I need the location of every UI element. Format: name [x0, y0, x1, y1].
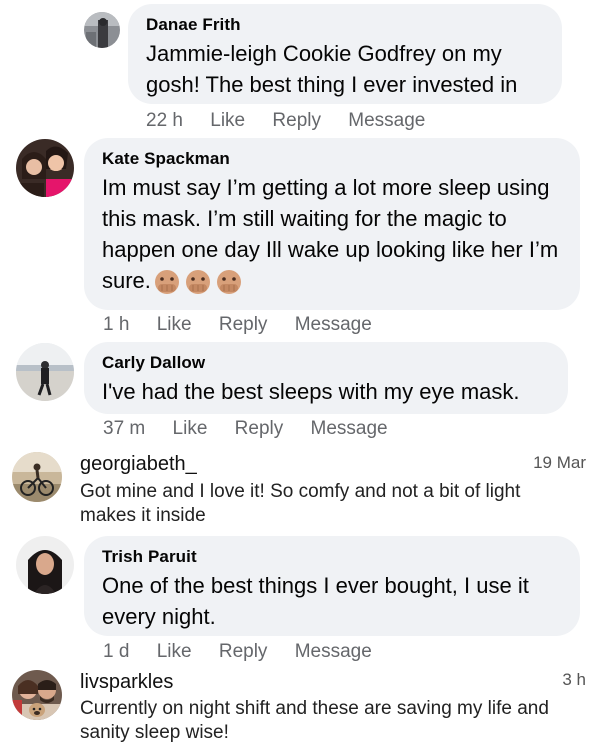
like-button[interactable]: Like — [157, 641, 192, 662]
cyclist-avatar[interactable] — [12, 452, 62, 502]
emoji-group — [152, 268, 244, 296]
comment-actions: 22 h Like Reply Message — [146, 110, 447, 132]
message-button[interactable]: Message — [295, 314, 372, 335]
message-button[interactable]: Message — [311, 418, 388, 439]
person-on-beach-avatar[interactable] — [16, 343, 74, 401]
message-button[interactable]: Message — [348, 110, 425, 131]
comment-text: Got mine and I love it! So comfy and not… — [80, 481, 521, 526]
comment-text: Im must say I’m getting a lot more sleep… — [102, 172, 562, 296]
comment-actions: 1 d Like Reply Message — [103, 641, 394, 663]
hand-over-mouth-emoji-icon — [214, 268, 244, 296]
comment-time: 1 h — [103, 314, 130, 335]
comment-time: 37 m — [103, 418, 146, 439]
person-at-door-avatar[interactable] — [84, 12, 120, 48]
comment-text: I've had the best sleeps with my eye mas… — [102, 379, 520, 404]
reply-button[interactable]: Reply — [272, 110, 321, 131]
comment-actions: 1 h Like Reply Message — [103, 314, 394, 336]
like-button[interactable]: Like — [173, 418, 208, 439]
message-button[interactable]: Message — [295, 641, 372, 662]
comment-text: Jammie-leigh Cookie Godfrey on my gosh! … — [146, 41, 518, 97]
comment-author[interactable]: livsparkles — [80, 670, 173, 694]
comment-bubble: Trish Paruit One of the best things I ev… — [84, 536, 580, 636]
reply-button[interactable]: Reply — [219, 314, 268, 335]
comment-text: Currently on night shift and these are s… — [80, 698, 549, 743]
couple-with-dog-avatar[interactable] — [12, 670, 62, 720]
like-button[interactable]: Like — [210, 110, 245, 131]
two-women-avatar[interactable] — [16, 139, 74, 197]
comment-date: 19 Mar — [533, 453, 586, 472]
reply-button[interactable]: Reply — [235, 418, 284, 439]
comment-actions: 37 m Like Reply Message — [103, 418, 410, 440]
reply-button[interactable]: Reply — [219, 641, 268, 662]
comment-text: One of the best things I ever bought, I … — [102, 573, 529, 629]
comment-bubble: Carly Dallow I've had the best sleeps wi… — [84, 342, 568, 414]
comment-author[interactable]: Kate Spackman — [102, 148, 562, 170]
comment-date: 3 h — [562, 670, 586, 689]
like-button[interactable]: Like — [157, 314, 192, 335]
comment-bubble: Kate Spackman Im must say I’m getting a … — [84, 138, 580, 310]
comment-author[interactable]: georgiabeth_ — [80, 452, 197, 476]
comment-bubble: Danae Frith Jammie-leigh Cookie Godfrey … — [128, 4, 562, 104]
comment-time: 22 h — [146, 110, 183, 131]
dark-hair-woman-avatar[interactable] — [16, 536, 74, 594]
hand-over-mouth-emoji-icon — [183, 268, 213, 296]
comment-author[interactable]: Trish Paruit — [102, 546, 562, 568]
comment-author[interactable]: Carly Dallow — [102, 352, 550, 374]
comment-time: 1 d — [103, 641, 130, 662]
hand-over-mouth-emoji-icon — [152, 268, 182, 296]
comment-author[interactable]: Danae Frith — [146, 14, 544, 36]
